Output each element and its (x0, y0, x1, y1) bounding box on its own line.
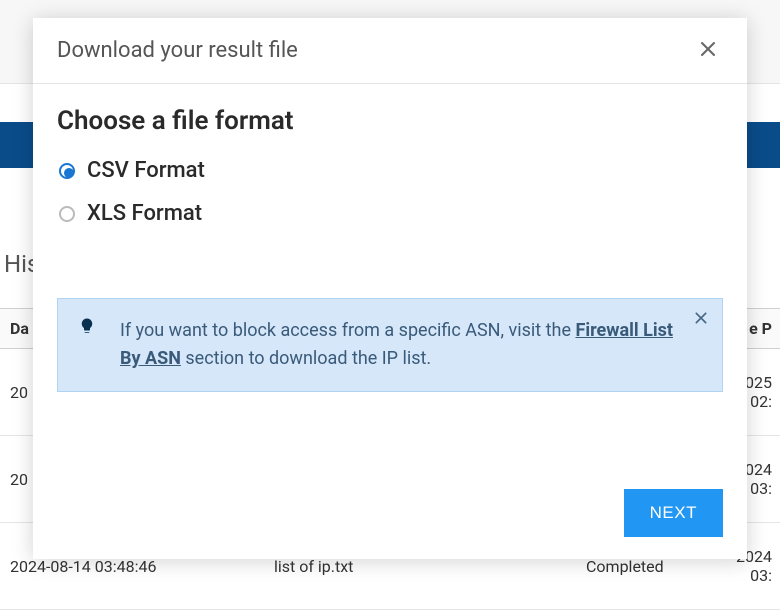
info-banner: If you want to block access from a speci… (57, 298, 723, 392)
info-suffix: section to download the IP list. (181, 348, 431, 369)
radio-indicator (59, 163, 75, 179)
radio-label: XLS Format (87, 201, 202, 226)
banner-close-button[interactable] (692, 309, 710, 330)
format-radio-group: CSV Format XLS Format (59, 158, 723, 226)
section-title: Choose a file format (57, 106, 723, 136)
radio-label: CSV Format (87, 158, 205, 183)
cell-file: list of ip.txt (274, 557, 586, 576)
radio-xls[interactable]: XLS Format (59, 201, 723, 226)
cell-date: 2024-08-14 03:48:46 (4, 557, 274, 576)
close-icon (694, 313, 708, 328)
close-icon (699, 40, 717, 61)
lightbulb-icon (78, 317, 96, 339)
modal-body: Choose a file format CSV Format XLS Form… (33, 84, 747, 471)
modal-footer: NEXT (33, 471, 747, 559)
info-prefix: If you want to block access from a speci… (120, 320, 575, 341)
cell-status: Completed (586, 557, 736, 576)
download-modal: Download your result file Choose a file … (33, 18, 747, 559)
next-button[interactable]: NEXT (624, 489, 723, 537)
modal-title: Download your result file (57, 38, 298, 63)
modal-header: Download your result file (33, 18, 747, 84)
radio-csv[interactable]: CSV Format (59, 158, 723, 183)
close-button[interactable] (695, 36, 721, 65)
info-text: If you want to block access from a speci… (110, 317, 682, 373)
radio-indicator (59, 206, 75, 222)
